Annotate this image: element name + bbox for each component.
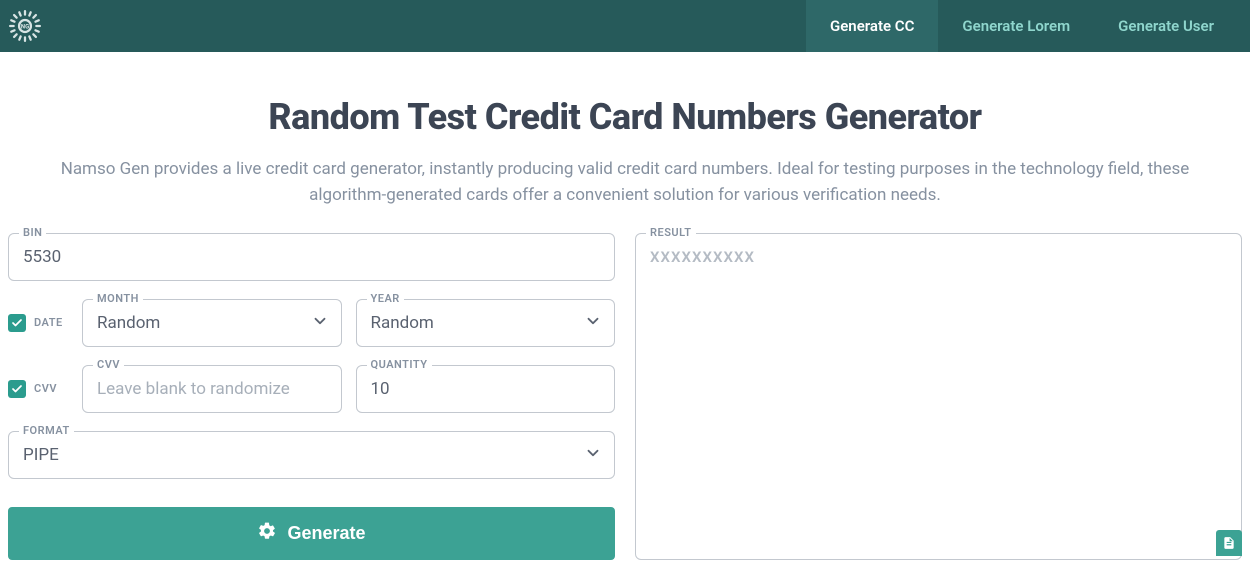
month-field[interactable]: MONTH Random [82, 299, 342, 347]
logo-gear-icon: NG [8, 9, 42, 43]
page-title: Random Test Credit Card Numbers Generato… [8, 96, 1242, 138]
quantity-input[interactable] [357, 366, 615, 412]
generate-button[interactable]: Generate [8, 507, 615, 560]
bin-label: BIN [19, 226, 46, 239]
month-label: MONTH [93, 292, 143, 305]
year-label: YEAR [367, 292, 404, 305]
result-label: RESULT [646, 226, 696, 239]
gear-icon [257, 521, 277, 546]
bin-field: BIN [8, 233, 615, 281]
app-header: NG Generate CC Generate Lorem Generate U… [0, 0, 1250, 52]
cvv-input[interactable] [83, 366, 341, 412]
nav-generate-lorem[interactable]: Generate Lorem [938, 0, 1094, 52]
svg-text:NG: NG [21, 24, 29, 31]
top-nav: Generate CC Generate Lorem Generate User [806, 0, 1238, 52]
chevron-down-icon [584, 444, 614, 466]
format-field[interactable]: FORMAT PIPE [8, 431, 615, 479]
document-fab-icon[interactable] [1216, 530, 1242, 556]
format-label: FORMAT [19, 424, 74, 437]
nav-generate-user[interactable]: Generate User [1094, 0, 1238, 52]
cvv-checkbox[interactable] [8, 380, 26, 398]
generate-button-label: Generate [287, 523, 365, 544]
format-select[interactable]: PIPE [9, 432, 584, 478]
cvv-toggle-label: CVV [34, 382, 57, 395]
result-output[interactable]: XXXXXXXXXX [650, 248, 1227, 266]
date-toggle-label: DATE [34, 316, 63, 329]
result-panel: RESULT XXXXXXXXXX [635, 233, 1242, 560]
page-description: Namso Gen provides a live credit card ge… [25, 156, 1225, 209]
chevron-down-icon [311, 312, 341, 334]
year-select[interactable]: Random [357, 300, 585, 346]
date-checkbox[interactable] [8, 314, 26, 332]
form-panel: BIN DATE MONTH Random [8, 233, 615, 560]
nav-generate-cc[interactable]: Generate CC [806, 0, 938, 52]
chevron-down-icon [584, 312, 614, 334]
result-box: RESULT XXXXXXXXXX [635, 233, 1242, 560]
year-field[interactable]: YEAR Random [356, 299, 616, 347]
cvv-label: CVV [93, 358, 124, 371]
quantity-label: QUANTITY [367, 358, 432, 371]
bin-input[interactable] [9, 234, 614, 280]
quantity-field: QUANTITY [356, 365, 616, 413]
month-select[interactable]: Random [83, 300, 311, 346]
cvv-field: CVV [82, 365, 342, 413]
